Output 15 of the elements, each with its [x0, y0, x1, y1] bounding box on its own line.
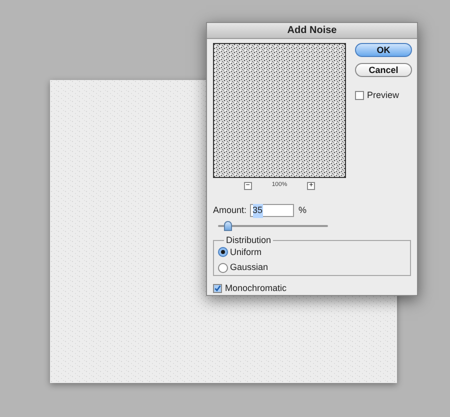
cancel-button[interactable]: Cancel	[355, 63, 412, 77]
preview-checkbox[interactable]	[355, 91, 364, 100]
window-title: Add Noise	[287, 24, 337, 38]
option-label: Uniform	[230, 246, 262, 258]
ok-button[interactable]: OK	[355, 43, 412, 57]
preview-label: Preview	[367, 89, 400, 102]
radio-button[interactable]	[218, 247, 228, 258]
amount-label: Amount:	[213, 204, 247, 217]
monochromatic-label: Monochromatic	[225, 282, 287, 294]
amount-field[interactable]: 35	[250, 204, 294, 218]
unit-label: %	[298, 204, 307, 217]
monochromatic-checkbox[interactable]	[213, 284, 222, 293]
slider-thumb[interactable]	[224, 220, 232, 230]
option-label: Gaussian	[230, 261, 268, 274]
radio-button[interactable]	[218, 262, 228, 273]
